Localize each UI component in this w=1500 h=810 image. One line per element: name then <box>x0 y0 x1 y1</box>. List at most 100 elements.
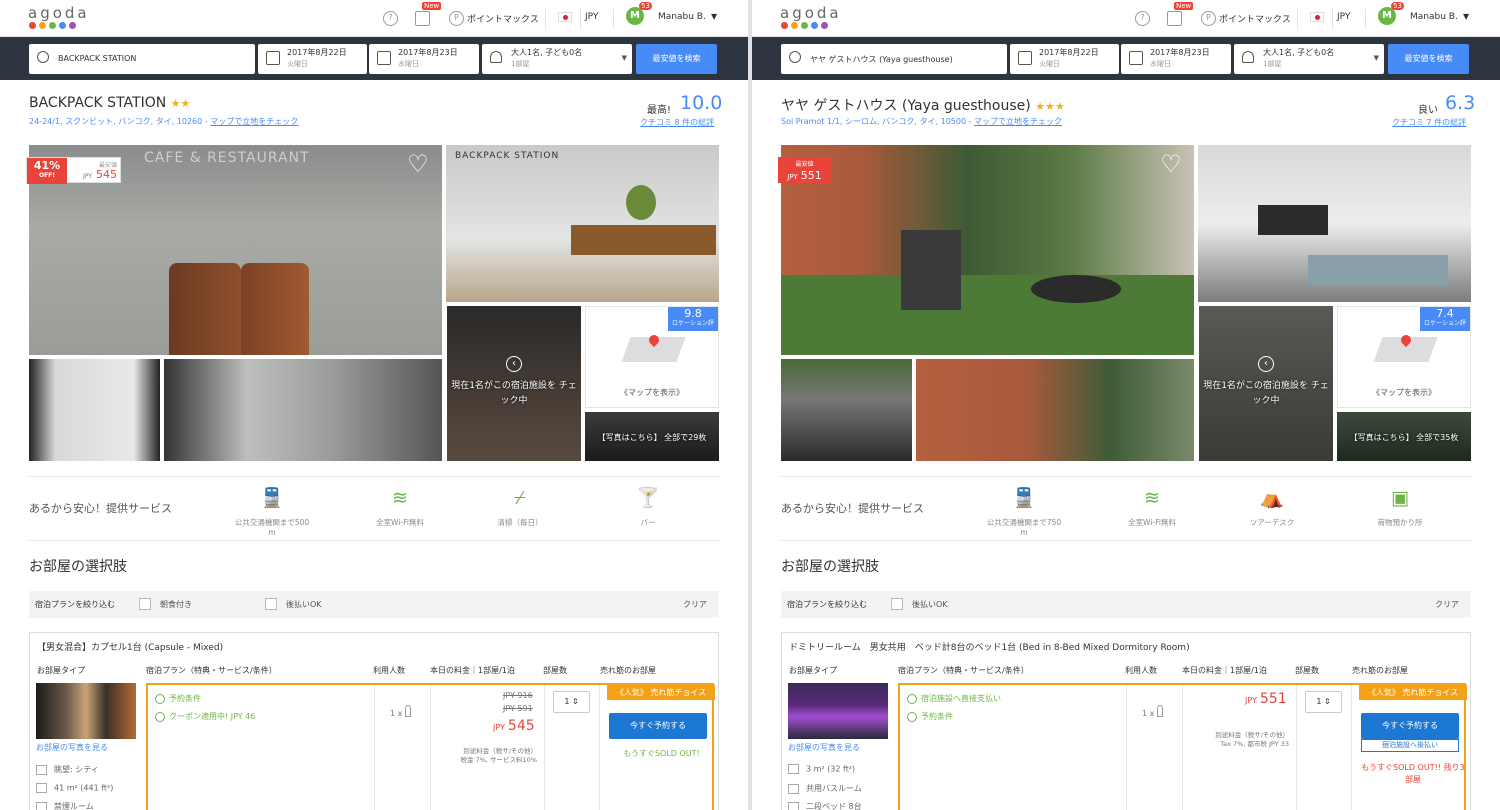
chevron-down-icon[interactable]: ▼ <box>1463 12 1469 21</box>
lobby-photo[interactable] <box>1198 145 1471 302</box>
service-bar: 🍸 バー <box>636 487 660 527</box>
occupancy: 1 x <box>390 709 403 718</box>
guests-icon <box>1242 51 1254 63</box>
book-now-button[interactable]: 今すぐ予約する <box>609 713 707 739</box>
points-icon[interactable]: P <box>1201 11 1216 26</box>
reviews-link[interactable]: クチコミ 8 件の総評 <box>640 117 714 128</box>
soldout-notice: もうすぐSOLD OUT! <box>623 749 700 758</box>
room-thumbnail[interactable] <box>36 683 136 739</box>
lounge-photo[interactable] <box>781 359 912 461</box>
japan-flag-icon[interactable] <box>558 12 572 22</box>
address-text: 24-24/1, スクンビット, バンコク, タイ, 10260 - <box>29 117 211 126</box>
more-photos-thumb[interactable]: 【写真はこちら】 全部で29枚 <box>585 412 719 461</box>
condition-item[interactable]: 予約条件 <box>155 693 201 704</box>
checkout-field[interactable]: 2017年8月23日 水曜日 <box>369 44 479 74</box>
checkin-field[interactable]: 2017年8月22日 火曜日 <box>258 44 367 74</box>
user-name[interactable]: Manabu B. <box>658 12 706 22</box>
condition-item[interactable]: 予約条件 <box>907 711 953 722</box>
points-icon[interactable]: P <box>449 11 464 26</box>
search-input[interactable]: BACKPACK STATION <box>29 44 255 74</box>
search-input[interactable]: ヤヤ ゲストハウス (Yaya guesthouse) <box>781 44 1007 74</box>
col-room-type: お部屋タイプ <box>789 666 837 675</box>
more-photos-thumb[interactable]: 【写真はこちら】 全部で35枚 <box>1337 412 1471 461</box>
guests-field[interactable]: 大人1名, 子ども0名 1部屋 ▼ <box>482 44 632 74</box>
paylater-checkbox[interactable] <box>891 598 903 610</box>
badge-price: JPY 551 <box>787 169 822 182</box>
no-smoking-icon <box>36 801 47 810</box>
exterior-photo[interactable]: BACKPACK STATION <box>446 145 719 302</box>
search-query: BACKPACK STATION <box>58 54 137 63</box>
checkin-field[interactable]: 2017年8月22日 火曜日 <box>1010 44 1119 74</box>
paylater-checkbox[interactable] <box>265 598 277 610</box>
guests-field[interactable]: 大人1名, 子ども0名 1部屋 ▼ <box>1234 44 1384 74</box>
tax-note: 別途料金（税サ/その他） Tax 7%, 都市税 JPY 33 <box>1215 731 1289 748</box>
map-show-label: 《マップを表示》 <box>620 388 684 397</box>
clear-filter-button[interactable]: クリア <box>1435 599 1459 610</box>
heart-icon[interactable]: ♡ <box>405 152 431 178</box>
map-link[interactable]: マップで立地をチェック <box>210 117 298 126</box>
address-text: Soi Pramot 1/1, シーロム, バンコク, タイ, 10500 - <box>781 117 975 126</box>
chevron-down-icon[interactable]: ▼ <box>711 12 717 21</box>
chevron-down-icon: ▼ <box>1373 54 1379 62</box>
agoda-logo[interactable]: agoda <box>780 4 842 22</box>
tour-icon: ⛺ <box>1260 487 1284 509</box>
japan-flag-icon[interactable] <box>1310 12 1324 22</box>
train-icon: 🚆 <box>1012 487 1036 509</box>
map-link[interactable]: マップで立地をチェック <box>974 117 1062 126</box>
search-button[interactable]: 最安値を検索 <box>636 44 717 74</box>
divider <box>29 540 719 541</box>
column-divider <box>374 685 375 810</box>
room-thumbnail[interactable] <box>788 683 888 739</box>
book-now-button[interactable]: 今すぐ予約する <box>1361 713 1459 739</box>
nav-divider <box>1365 9 1366 29</box>
interior-photo[interactable]: ‹ 現在1名がこの宿泊施設を チェック中 <box>1199 306 1333 461</box>
chevron-left-icon[interactable]: ‹ <box>506 356 522 372</box>
pointsmax-link[interactable]: ポイントマックス <box>1219 12 1291 25</box>
main-photo[interactable] <box>781 145 1194 355</box>
price-badge: 41% OFF! 最安値 JPY 545 <box>26 157 121 184</box>
breakfast-label: 朝食付き <box>160 600 192 609</box>
pay-later-button[interactable]: 宿泊施設へ後払い <box>1361 739 1459 752</box>
booking-icon[interactable] <box>415 11 430 26</box>
service-wifi: ≋ 全室Wi-Fi無料 <box>376 487 424 527</box>
search-bar: ヤヤ ゲストハウス (Yaya guesthouse) 2017年8月22日 火… <box>752 37 1500 80</box>
guests-icon <box>490 51 502 63</box>
room-count-select[interactable]: 1 ⇕ <box>553 691 590 713</box>
booking-icon[interactable] <box>1167 11 1182 26</box>
currency-selector[interactable]: JPY <box>585 12 598 22</box>
person-icon <box>1157 705 1163 717</box>
chevron-left-icon[interactable]: ‹ <box>1258 356 1274 372</box>
help-icon[interactable]: ? <box>1135 11 1150 26</box>
room-photos-link[interactable]: お部屋の写真を見る <box>36 742 108 753</box>
help-icon[interactable]: ? <box>383 11 398 26</box>
check-circle-icon <box>907 711 917 722</box>
search-button[interactable]: 最安値を検索 <box>1388 44 1469 74</box>
services-title: あるから安心！提供サービス <box>29 502 172 515</box>
hotel-address: Soi Pramot 1/1, シーロム, バンコク, タイ, 10500 - … <box>781 116 1062 127</box>
room-count-select[interactable]: 1 ⇕ <box>1305 691 1342 713</box>
currency-selector[interactable]: JPY <box>1337 12 1350 22</box>
logo-dots <box>29 22 76 29</box>
nav-divider <box>613 9 614 29</box>
reviews-link[interactable]: クチコミ 7 件の総評 <box>1392 117 1466 128</box>
dorm-photo[interactable]: ‹ 現在1名がこの宿泊施設を チェック中 <box>447 306 581 461</box>
size-icon <box>36 783 47 793</box>
final-price: JPY 545 <box>493 718 535 734</box>
map-thumbnail[interactable]: 7.4 ロケーション評 《マップを表示》 <box>1337 306 1471 408</box>
bathroom-photo[interactable] <box>29 359 160 461</box>
terrace-photo[interactable] <box>916 359 1194 461</box>
user-name[interactable]: Manabu B. <box>1410 12 1458 22</box>
clear-filter-button[interactable]: クリア <box>683 599 707 610</box>
pointsmax-link[interactable]: ポイントマックス <box>467 12 539 25</box>
heart-icon[interactable]: ♡ <box>1158 152 1184 178</box>
divider <box>781 476 1471 477</box>
room-photos-link[interactable]: お部屋の写真を見る <box>788 742 860 753</box>
agoda-logo[interactable]: agoda <box>28 4 90 22</box>
shower-photo[interactable] <box>164 359 442 461</box>
table-image <box>571 225 716 255</box>
hostel-sign: BACKPACK STATION <box>455 151 560 161</box>
breakfast-checkbox[interactable] <box>139 598 151 610</box>
checkout-field[interactable]: 2017年8月23日 水曜日 <box>1121 44 1231 74</box>
col-price: 本日の料金｜1部屋/1泊 <box>1182 666 1267 675</box>
map-thumbnail[interactable]: 9.8 ロケーション評 《マップを表示》 <box>585 306 719 408</box>
